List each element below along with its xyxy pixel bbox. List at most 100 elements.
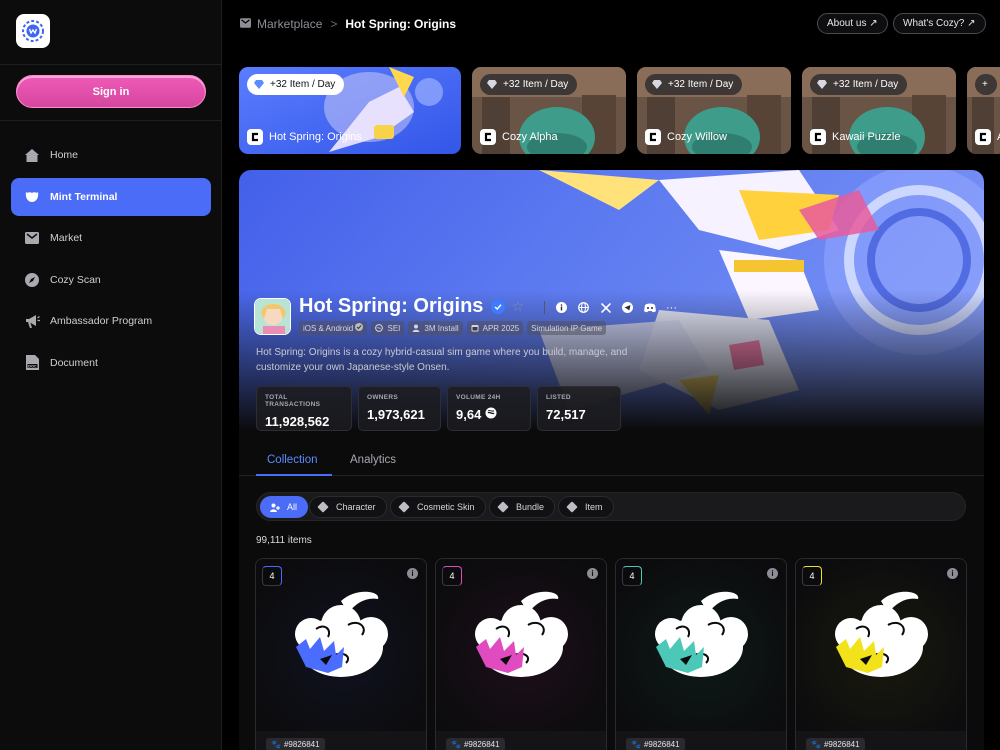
tag-text: Simulation IP Game: [531, 323, 603, 333]
filter-all[interactable]: All: [260, 496, 309, 518]
filter-bundle[interactable]: Bundle: [489, 496, 556, 518]
game-card[interactable]: + A: [967, 67, 1000, 154]
user-icon: [412, 324, 420, 332]
yield-pill: +32 Item / Day: [810, 74, 908, 95]
sidebar-nav: Home Mint Terminal Market Cozy Scan Amba…: [11, 136, 211, 385]
item-id-text: #9826841: [463, 740, 500, 749]
paw-icon: 🐾: [271, 740, 281, 749]
game-card-name: Cozy Alpha: [480, 129, 558, 145]
game-title: Hot Spring: Origins ☆: [299, 295, 524, 318]
info-icon[interactable]: [555, 301, 568, 314]
diamond-shape-icon: [317, 501, 329, 513]
market-icon: [240, 17, 251, 31]
diamond-icon: [817, 80, 827, 89]
item-id-text: #9826841: [643, 740, 680, 749]
market-icon: [24, 230, 40, 246]
item-id-text: #9826841: [823, 740, 860, 749]
tag-date: APR 2025: [466, 321, 524, 335]
tag-platform: iOS & Android: [299, 321, 368, 335]
check-badge-icon: [355, 323, 364, 333]
item-card[interactable]: 4 i 🐾 #9826841: [615, 558, 787, 750]
filter-cosmetic-skin[interactable]: Cosmetic Skin: [390, 496, 486, 518]
yield-text: +32 Item / Day: [270, 79, 336, 90]
telegram-icon[interactable]: [621, 301, 634, 314]
stat-total-transactions: TOTAL TRANSACTIONS 11,928,562: [256, 386, 352, 431]
sidebar-item-market[interactable]: Market: [11, 219, 211, 257]
tag-text: SEI: [387, 323, 401, 333]
sidebar-item-cozy-scan[interactable]: Cozy Scan: [11, 261, 211, 299]
item-card[interactable]: 4 i 🐾 #9826841: [255, 558, 427, 750]
yield-text: +32 Item / Day: [503, 79, 569, 90]
game-card[interactable]: +32 Item / Day Hot Spring: Origins: [239, 67, 461, 154]
verified-icon: [491, 299, 506, 314]
breadcrumb-current: Hot Spring: Origins: [345, 17, 457, 31]
tab-collection[interactable]: Collection: [267, 454, 318, 466]
filter-label: Character: [336, 502, 376, 512]
breadcrumb: Marketplace > Hot Spring: Origins: [240, 17, 456, 31]
filter-character[interactable]: Character: [309, 496, 387, 518]
info-icon[interactable]: i: [767, 568, 778, 579]
mint-icon: [24, 189, 40, 205]
about-us-button[interactable]: About us ↗: [817, 13, 888, 34]
website-globe-icon[interactable]: [577, 301, 590, 314]
diamond-shape-icon: [398, 501, 410, 513]
game-card-title: Cozy Alpha: [502, 131, 558, 143]
sidebar-item-mint-terminal[interactable]: Mint Terminal: [11, 177, 211, 216]
cozy-logo-icon: [975, 129, 991, 145]
sidebar-item-home[interactable]: Home: [11, 136, 211, 174]
game-title-text: Hot Spring: Origins: [299, 295, 484, 317]
game-card[interactable]: +32 Item / Day Cozy Willow: [637, 67, 791, 154]
stat-label: TOTAL TRANSACTIONS: [265, 394, 321, 408]
paw-icon: 🐾: [631, 740, 641, 749]
game-tags: iOS & Android SEI 3M Install APR 2025 Si…: [299, 321, 610, 335]
yield-pill: +: [975, 74, 997, 95]
cloud-mascot-art: [295, 591, 388, 677]
stat-label: OWNERS: [367, 394, 399, 401]
game-card[interactable]: +32 Item / Day Cozy Alpha: [472, 67, 626, 154]
content-tabs: Collection Analytics: [239, 448, 984, 476]
item-card-footer: 🐾 #9826841: [436, 731, 606, 750]
item-id-text: #9826841: [283, 740, 320, 749]
stat-value: 9,64: [456, 407, 522, 422]
stat-listed: LISTED 72,517: [537, 386, 621, 431]
sidebar-item-document[interactable]: DOC Document: [11, 344, 211, 382]
favorite-star-icon[interactable]: ☆: [511, 298, 524, 315]
info-icon[interactable]: i: [407, 568, 418, 579]
svg-text:DOC: DOC: [28, 364, 37, 368]
item-id: 🐾 #9826841: [806, 738, 865, 750]
item-card[interactable]: 4 i 🐾 #9826841: [795, 558, 967, 750]
sei-token-icon: [485, 407, 497, 422]
app-logo[interactable]: [16, 14, 50, 48]
diamond-icon: [487, 80, 497, 89]
info-icon[interactable]: i: [587, 568, 598, 579]
discord-icon[interactable]: [643, 301, 656, 314]
paw-icon: 🐾: [811, 740, 821, 749]
stat-volume-24h: VOLUME 24H 9,64: [447, 386, 531, 431]
sidebar-divider: [0, 120, 222, 121]
cloud-mascot-art: [835, 591, 928, 677]
cloud-mascot-art: [655, 591, 748, 677]
game-card-name: Cozy Willow: [645, 129, 727, 145]
sign-in-button[interactable]: Sign in: [16, 75, 206, 108]
more-options-icon[interactable]: ···: [665, 301, 678, 314]
breadcrumb-marketplace[interactable]: Marketplace: [257, 17, 322, 31]
game-stats: TOTAL TRANSACTIONS 11,928,562 OWNERS 1,9…: [256, 386, 627, 431]
level-badge: 4: [622, 566, 642, 586]
yield-pill: +32 Item / Day: [480, 74, 578, 95]
tab-analytics[interactable]: Analytics: [350, 454, 396, 466]
info-icon[interactable]: i: [947, 568, 958, 579]
whats-cozy-button[interactable]: What's Cozy? ↗: [893, 13, 986, 34]
diamond-shape-icon: [566, 501, 578, 513]
item-card[interactable]: 4 i 🐾 #9826841: [435, 558, 607, 750]
game-card[interactable]: +32 Item / Day Kawaii Puzzle: [802, 67, 956, 154]
yield-text: +32 Item / Day: [668, 79, 734, 90]
sidebar-item-ambassador-program[interactable]: Ambassador Program: [11, 302, 211, 340]
breadcrumb-separator: >: [330, 17, 338, 31]
yield-pill: +32 Item / Day: [247, 74, 345, 95]
x-twitter-icon[interactable]: [599, 301, 612, 314]
filter-item[interactable]: Item: [558, 496, 614, 518]
cozy-logo-icon: [810, 129, 826, 145]
sidebar-item-label: Home: [50, 149, 79, 161]
logo-icon: [22, 20, 44, 42]
tag-genre: Simulation IP Game: [527, 321, 607, 335]
